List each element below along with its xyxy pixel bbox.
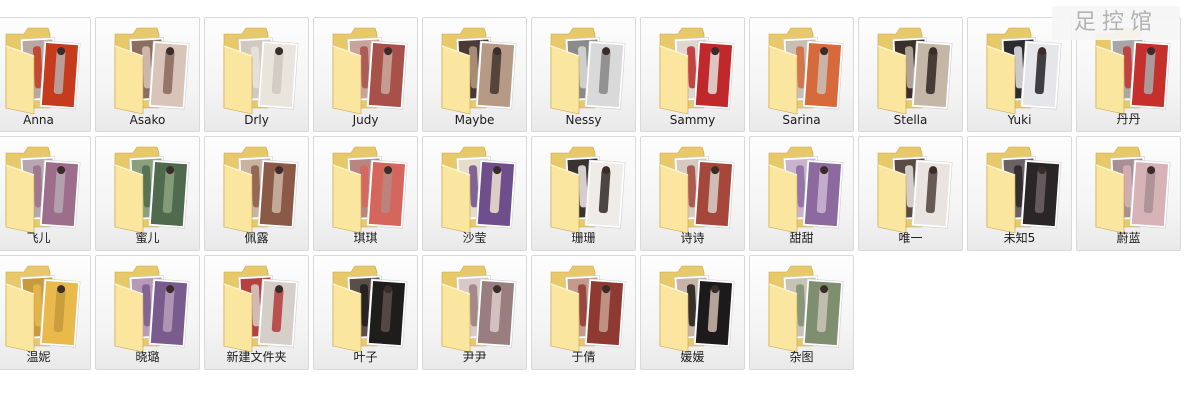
- folder-icon: [332, 265, 408, 352]
- folder-label: 佩露: [244, 231, 269, 245]
- folder-label: 温妮: [26, 350, 51, 364]
- folder-icon: [877, 146, 953, 233]
- folder-item[interactable]: 于倩: [531, 255, 636, 370]
- folder-icon: [114, 27, 190, 114]
- folder-label: 沙莹: [462, 231, 487, 245]
- folder-label: 蜜儿: [135, 231, 160, 245]
- folder-item[interactable]: 晓璐: [95, 255, 200, 370]
- folder-item[interactable]: Judy: [313, 17, 418, 132]
- folder-icon: [986, 146, 1062, 233]
- folder-label: Anna: [23, 113, 54, 127]
- folder-icon: [5, 146, 81, 233]
- folder-item[interactable]: 琪琪: [313, 136, 418, 251]
- folder-item[interactable]: Stella: [858, 17, 963, 132]
- folder-icon: [5, 265, 81, 352]
- folder-label: 琪琪: [353, 231, 378, 245]
- folder-view: Anna Asako Drly Judy Maybe Nessy Sammy Sarina St…: [0, 0, 1186, 417]
- folder-icon: [768, 265, 844, 352]
- folder-label: 新建文件夹: [226, 350, 287, 364]
- folder-label: Nessy: [565, 113, 602, 127]
- folder-icon: [5, 27, 81, 114]
- folder-item[interactable]: Drly: [204, 17, 309, 132]
- folder-icon: [659, 146, 735, 233]
- folder-icon: [768, 146, 844, 233]
- folder-label: 未知5: [1003, 231, 1036, 245]
- folder-label: 尹尹: [462, 350, 487, 364]
- folder-item[interactable]: 诗诗: [640, 136, 745, 251]
- folder-icon: [332, 27, 408, 114]
- folder-grid: Anna Asako Drly Judy Maybe Nessy Sammy Sarina St…: [0, 17, 1181, 370]
- folder-label: Maybe: [454, 113, 495, 127]
- folder-label: 于倩: [571, 350, 596, 364]
- folder-item[interactable]: 尹尹: [422, 255, 527, 370]
- folder-item[interactable]: 蔚蓝: [1076, 136, 1181, 251]
- folder-icon: [768, 27, 844, 114]
- folder-label: Asako: [129, 113, 166, 127]
- folder-icon: [441, 146, 517, 233]
- folder-icon: [441, 265, 517, 352]
- folder-item[interactable]: Asako: [95, 17, 200, 132]
- folder-label: 晓璐: [135, 350, 160, 364]
- folder-icon: [114, 146, 190, 233]
- folder-item[interactable]: 媛媛: [640, 255, 745, 370]
- folder-label: Judy: [352, 113, 379, 127]
- folder-item[interactable]: 未知5: [967, 136, 1072, 251]
- folder-icon: [550, 265, 626, 352]
- folder-item[interactable]: 珊珊: [531, 136, 636, 251]
- folder-item[interactable]: 甜甜: [749, 136, 854, 251]
- folder-icon: [877, 27, 953, 114]
- folder-label: 诗诗: [680, 231, 705, 245]
- folder-icon: [550, 146, 626, 233]
- folder-label: 叶子: [353, 350, 378, 364]
- folder-item[interactable]: 唯一: [858, 136, 963, 251]
- folder-label: 蔚蓝: [1116, 231, 1141, 245]
- folder-icon: [1095, 146, 1171, 233]
- folder-label: Sarina: [782, 113, 821, 127]
- folder-label: Yuki: [1007, 113, 1032, 127]
- folder-item[interactable]: 新建文件夹: [204, 255, 309, 370]
- folder-item[interactable]: 蜜儿: [95, 136, 200, 251]
- folder-item[interactable]: Maybe: [422, 17, 527, 132]
- folder-label: Sammy: [669, 113, 716, 127]
- folder-item[interactable]: Sarina: [749, 17, 854, 132]
- folder-item[interactable]: 佩露: [204, 136, 309, 251]
- folder-icon: [659, 27, 735, 114]
- folder-label: 杂图: [789, 350, 814, 364]
- watermark: 足控馆: [1052, 6, 1180, 40]
- folder-icon: [223, 27, 299, 114]
- folder-icon: [223, 265, 299, 352]
- folder-label: 飞儿: [26, 231, 51, 245]
- folder-label: 丹丹: [1116, 112, 1141, 126]
- folder-icon: [223, 146, 299, 233]
- folder-icon: [114, 265, 190, 352]
- folder-item[interactable]: Nessy: [531, 17, 636, 132]
- folder-label: 媛媛: [680, 350, 705, 364]
- folder-label: 甜甜: [789, 231, 814, 245]
- folder-icon: [332, 146, 408, 233]
- folder-label: 唯一: [898, 231, 923, 245]
- folder-item[interactable]: 叶子: [313, 255, 418, 370]
- folder-label: Drly: [244, 113, 269, 127]
- folder-item[interactable]: 杂图: [749, 255, 854, 370]
- folder-item[interactable]: 飞儿: [0, 136, 91, 251]
- folder-label: Stella: [893, 113, 928, 127]
- folder-item[interactable]: 沙莹: [422, 136, 527, 251]
- folder-icon: [550, 27, 626, 114]
- folder-label: 珊珊: [571, 231, 596, 245]
- folder-icon: [659, 265, 735, 352]
- folder-item[interactable]: 温妮: [0, 255, 91, 370]
- folder-item[interactable]: Sammy: [640, 17, 745, 132]
- folder-icon: [441, 27, 517, 114]
- folder-item[interactable]: Anna: [0, 17, 91, 132]
